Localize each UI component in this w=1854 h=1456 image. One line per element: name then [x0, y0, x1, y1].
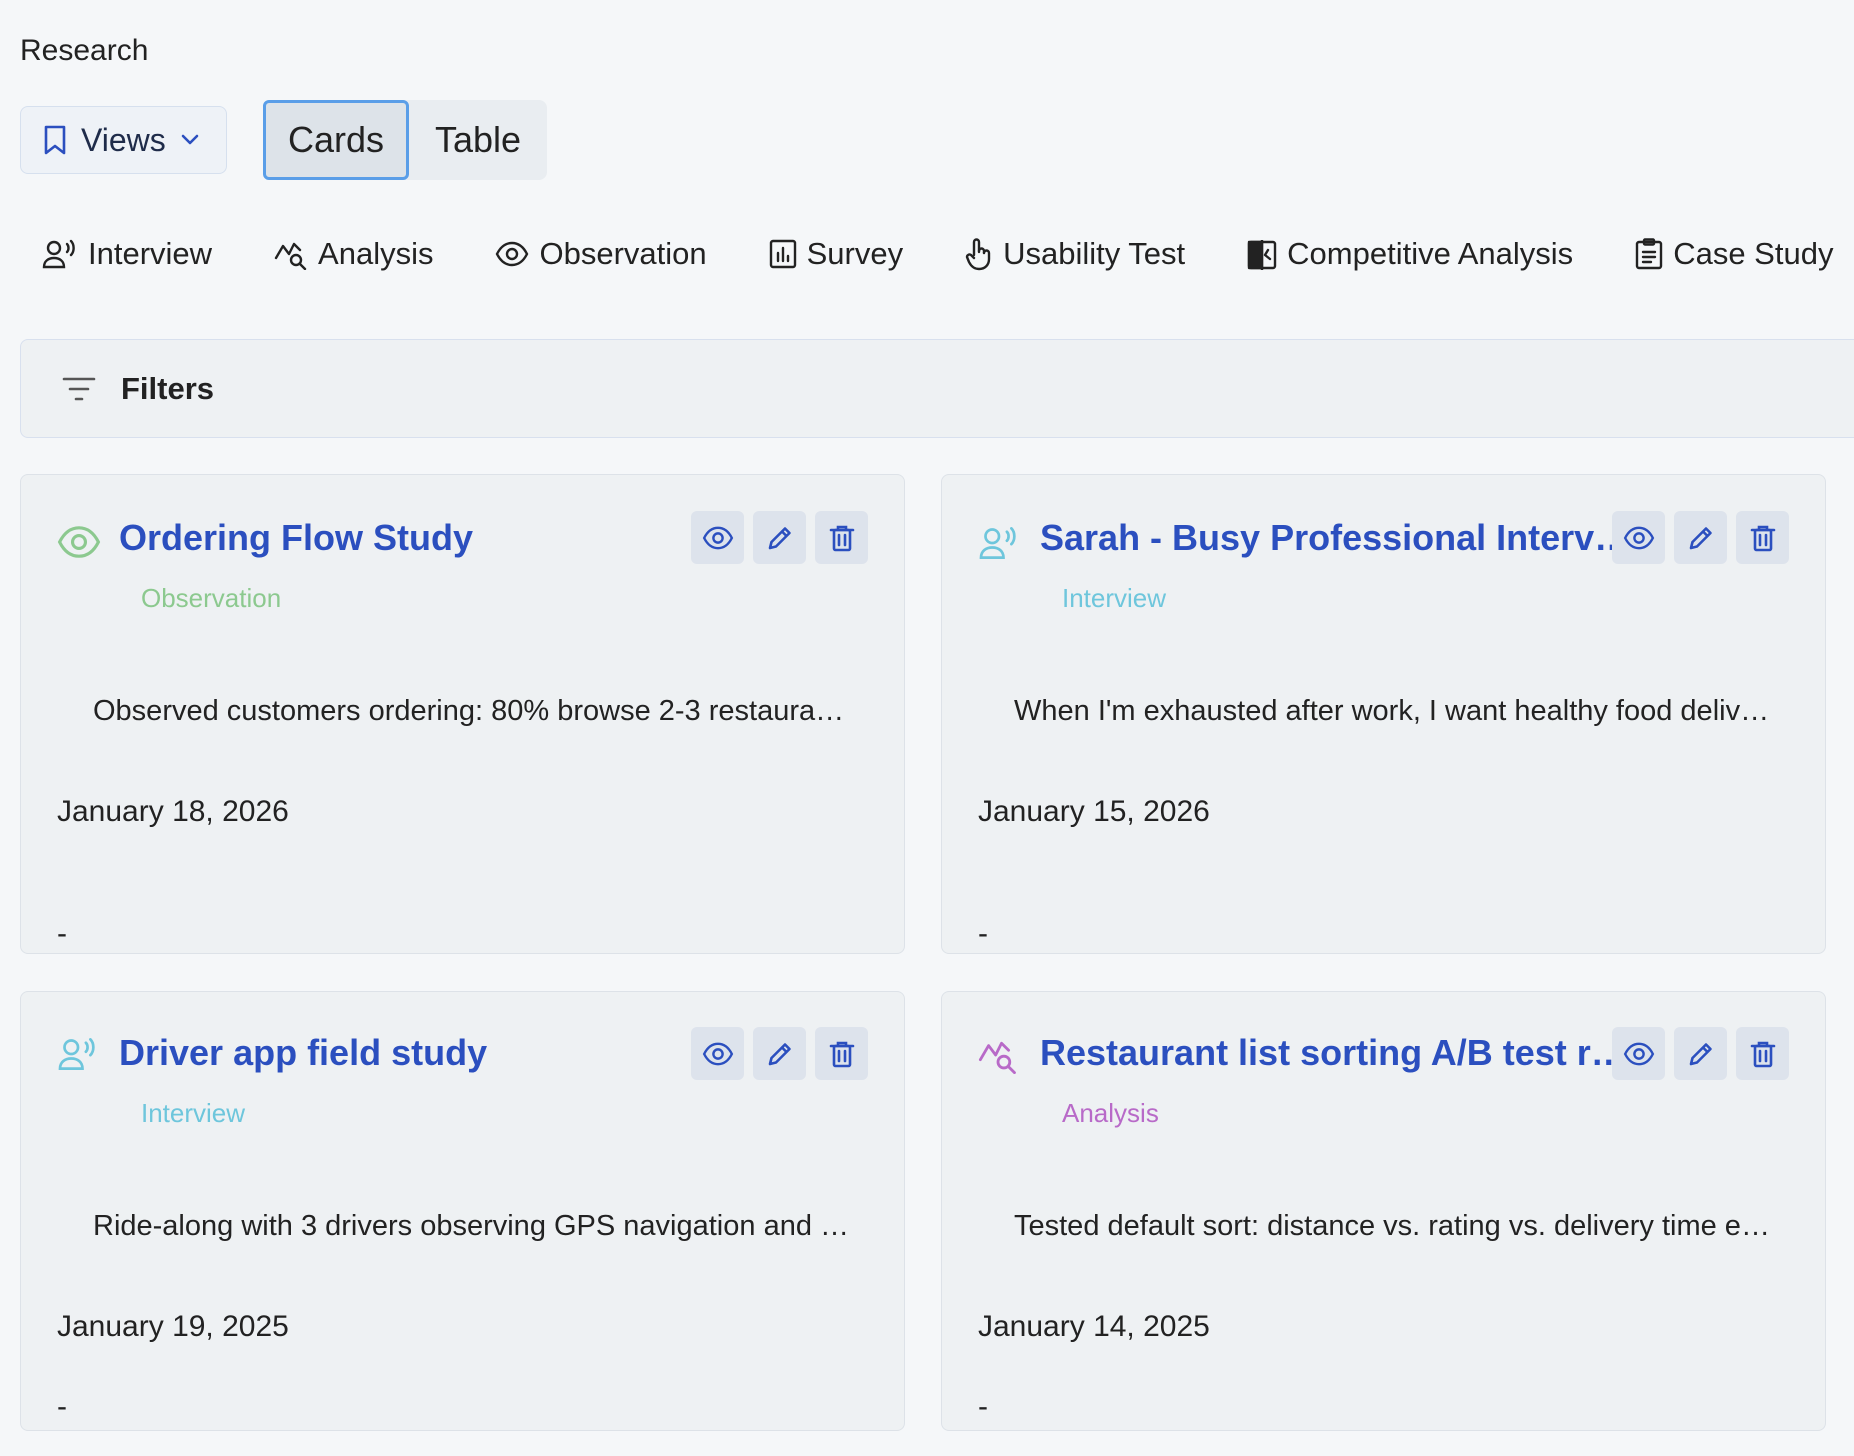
bookmark-icon: [44, 125, 66, 155]
card-footer: -: [57, 1390, 67, 1423]
page-title: Research: [20, 34, 149, 67]
filters-bar[interactable]: Filters: [20, 339, 1854, 438]
card-actions: [691, 511, 868, 564]
views-dropdown-button[interactable]: Views: [20, 106, 227, 174]
analysis-icon: [274, 242, 307, 270]
card-description: When I'm exhausted after work, I want he…: [1014, 695, 1774, 727]
edit-button[interactable]: [753, 1027, 806, 1080]
view-button[interactable]: [691, 1027, 744, 1080]
eye-icon: [57, 526, 101, 558]
interview-icon: [979, 527, 1016, 559]
edit-button[interactable]: [753, 511, 806, 564]
card-title[interactable]: Restaurant list sorting A/B test results: [1040, 1032, 1638, 1074]
type-tab-analysis[interactable]: Analysis: [274, 236, 433, 272]
view-button[interactable]: [1612, 1027, 1665, 1080]
pencil-icon: [768, 526, 791, 549]
card-date: January 14, 2025: [978, 1310, 1210, 1343]
eye-icon: [702, 526, 733, 549]
type-tab-survey[interactable]: Survey: [769, 236, 903, 272]
clipboard-icon: [1635, 238, 1663, 270]
card-date: January 18, 2026: [57, 795, 289, 828]
card-type-tag: Analysis: [1062, 1098, 1159, 1128]
research-card[interactable]: Ordering Flow Study Observation Observed…: [20, 474, 905, 954]
interview-icon: [42, 239, 75, 269]
card-footer: -: [978, 917, 988, 950]
edit-button[interactable]: [1674, 1027, 1727, 1080]
filters-label: Filters: [121, 370, 215, 406]
delete-button[interactable]: [815, 511, 868, 564]
card-footer: -: [978, 1390, 988, 1423]
card-title[interactable]: Ordering Flow Study: [119, 517, 717, 559]
card-type-tag: Interview: [1062, 583, 1167, 613]
interview-icon: [58, 1038, 95, 1070]
survey-chart-icon: [769, 239, 796, 269]
card-date: January 19, 2025: [57, 1310, 289, 1343]
analysis-icon: [978, 1041, 1016, 1074]
table-view-button[interactable]: Table: [409, 100, 547, 180]
edit-button[interactable]: [1674, 511, 1727, 564]
type-tab-competitive-analysis[interactable]: Competitive Analysis: [1247, 236, 1573, 272]
pencil-icon: [768, 1042, 791, 1065]
pencil-icon: [1689, 526, 1712, 549]
research-type-nav: Interview Analysis Observation Survey Us…: [42, 236, 1833, 272]
card-type-tag: Interview: [141, 1098, 246, 1128]
trash-icon: [829, 1041, 854, 1067]
type-tab-case-study[interactable]: Case Study: [1635, 236, 1833, 272]
type-tab-label: Analysis: [318, 236, 434, 271]
chevron-down-icon: [181, 134, 199, 145]
card-date: January 15, 2026: [978, 795, 1210, 828]
card-type-tag: Observation: [141, 583, 282, 613]
research-card[interactable]: Driver app field study Interview Ride-al…: [20, 991, 905, 1431]
type-tab-label: Observation: [539, 236, 707, 271]
card-description: Tested default sort: distance vs. rating…: [1014, 1210, 1774, 1242]
card-actions: [1612, 1027, 1789, 1080]
type-tab-label: Survey: [806, 236, 904, 271]
card-actions: [1612, 511, 1789, 564]
delete-button[interactable]: [1736, 511, 1789, 564]
filter-icon: [62, 377, 96, 400]
research-card[interactable]: Restaurant list sorting A/B test results…: [941, 991, 1826, 1431]
delete-button[interactable]: [815, 1027, 868, 1080]
eye-icon: [702, 1042, 733, 1065]
trash-icon: [829, 525, 854, 551]
type-tab-usability-test[interactable]: Usability Test: [965, 236, 1185, 272]
type-tab-label: Usability Test: [1003, 236, 1186, 271]
card-actions: [691, 1027, 868, 1080]
research-card[interactable]: Sarah - Busy Professional Interview Inte…: [941, 474, 1826, 954]
view-button[interactable]: [691, 511, 744, 564]
type-tab-label: Competitive Analysis: [1287, 236, 1574, 271]
card-footer: -: [57, 917, 67, 950]
trash-icon: [1750, 525, 1775, 551]
eye-icon: [496, 241, 529, 267]
type-tab-observation[interactable]: Observation: [495, 236, 707, 272]
cards-view-button[interactable]: Cards: [263, 100, 409, 180]
eye-icon: [1623, 1042, 1654, 1065]
type-tab-interview[interactable]: Interview: [42, 236, 212, 272]
card-title[interactable]: Driver app field study: [119, 1032, 717, 1074]
card-description: Observed customers ordering: 80% browse …: [93, 695, 853, 727]
compare-icon: [1247, 240, 1277, 270]
type-tab-label: Case Study: [1673, 236, 1834, 271]
view-mode-toggle: Cards Table: [263, 100, 547, 180]
views-label: Views: [81, 121, 166, 158]
view-button[interactable]: [1612, 511, 1665, 564]
card-title[interactable]: Sarah - Busy Professional Interview: [1040, 517, 1638, 559]
eye-icon: [1623, 526, 1654, 549]
trash-icon: [1750, 1041, 1775, 1067]
pencil-icon: [1689, 1042, 1712, 1065]
delete-button[interactable]: [1736, 1027, 1789, 1080]
card-description: Ride-along with 3 drivers observing GPS …: [93, 1210, 853, 1242]
type-tab-label: Interview: [88, 236, 213, 271]
pointer-hand-icon: [965, 238, 991, 271]
